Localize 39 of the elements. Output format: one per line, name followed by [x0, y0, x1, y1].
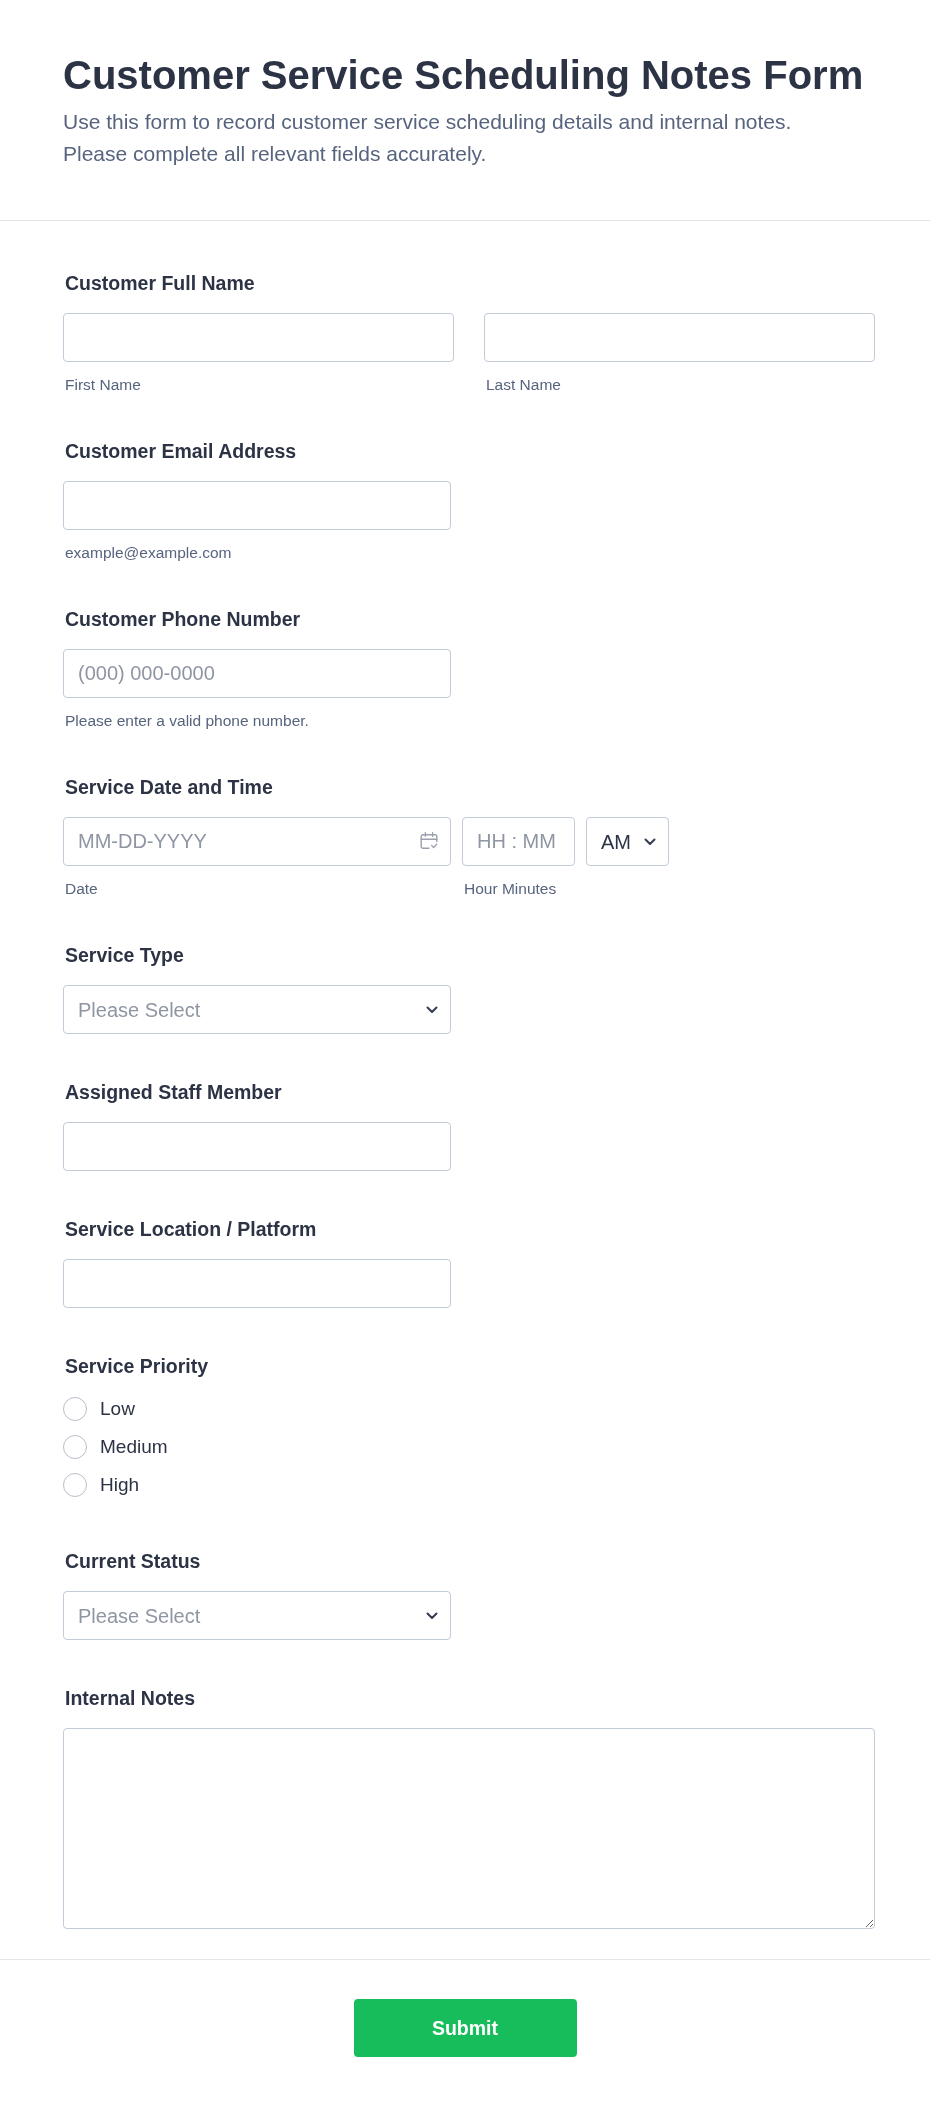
radio-button[interactable]	[63, 1473, 87, 1497]
form-title: Customer Service Scheduling Notes Form	[63, 52, 865, 99]
field-label: Service Date and Time	[65, 775, 273, 799]
text-input[interactable]: (000) 000-0000	[63, 649, 451, 698]
calendar-icon	[420, 832, 438, 850]
radio-button[interactable]	[63, 1435, 87, 1459]
text-input[interactable]	[63, 1122, 451, 1171]
field-label: Service Location / Platform	[65, 1217, 317, 1241]
chevron-down-icon	[426, 1005, 438, 1014]
field-label: Customer Phone Number	[65, 607, 301, 631]
field-sublabel: Last Name	[486, 376, 561, 393]
radio-label[interactable]: High	[100, 1474, 140, 1496]
text-input[interactable]	[484, 313, 875, 362]
field-sublabel: First Name	[65, 376, 141, 393]
time-input[interactable]: HH : MM	[462, 817, 575, 866]
field-label: Customer Email Address	[65, 439, 297, 463]
text-input[interactable]	[63, 481, 451, 530]
text-input[interactable]	[63, 313, 454, 362]
field-label: Customer Full Name	[65, 271, 255, 295]
field-label: Assigned Staff Member	[65, 1080, 282, 1104]
radio-label[interactable]: Medium	[100, 1436, 168, 1458]
chevron-down-icon	[644, 837, 656, 846]
field-sublabel: Please enter a valid phone number.	[65, 712, 309, 729]
form-description: Use this form to record customer service scheduling details and internal notes.	[63, 109, 793, 135]
radio-label[interactable]: Low	[100, 1398, 135, 1420]
radio-button[interactable]	[63, 1397, 87, 1421]
field-sublabel: Date	[65, 880, 98, 897]
form-description: Please complete all relevant fields accurately.	[63, 141, 488, 167]
chevron-down-icon	[426, 1611, 438, 1620]
field-sublabel: Hour Minutes	[464, 880, 557, 897]
field-label: Service Priority	[65, 1354, 209, 1378]
date-input[interactable]: MM-DD-YYYY	[63, 817, 451, 866]
am-pm-select[interactable]: AM	[586, 817, 669, 866]
field-label: Internal Notes	[65, 1686, 196, 1710]
field-label: Service Type	[65, 943, 184, 967]
field-label: Current Status	[65, 1549, 201, 1573]
notes-textarea[interactable]	[63, 1728, 875, 1929]
field-sublabel: example@example.com	[65, 544, 232, 561]
text-input[interactable]	[63, 1259, 451, 1308]
